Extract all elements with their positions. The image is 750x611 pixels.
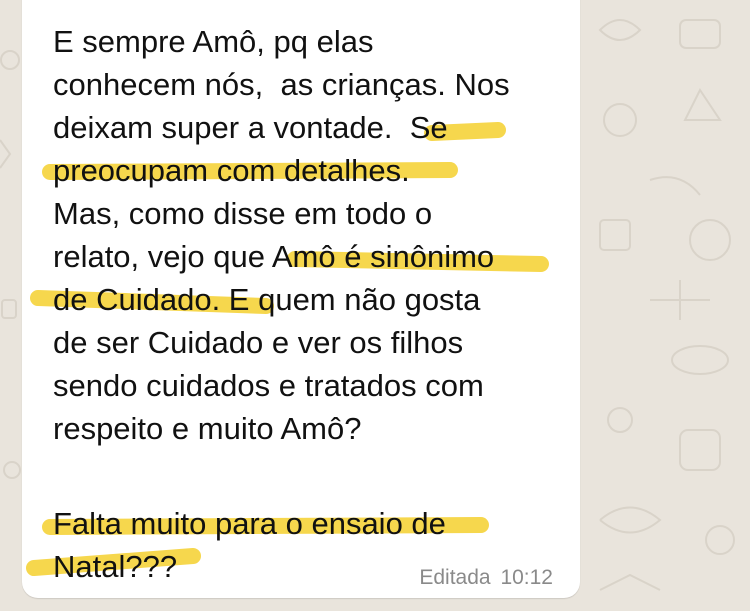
message-line-7: de Cuidado. E quem não gosta	[53, 282, 481, 317]
message-line-5: Mas, como disse em todo o	[53, 196, 433, 231]
message-line-8: de ser Cuidado e ver os filhos	[53, 325, 464, 360]
message-line-10: respeito e muito Amô?	[53, 411, 362, 446]
message-line-1: E sempre Amô, pq elas	[53, 24, 374, 59]
message-line-12: Falta muito para o ensaio de	[53, 506, 446, 541]
message-line-2: conhecem nós, as crianças. Nos	[53, 67, 510, 102]
message-line-6: relato, vejo que Amô é sinônimo	[53, 239, 495, 274]
edited-label: Editada	[419, 566, 491, 589]
message-line-9: sendo cuidados e tratados com	[53, 368, 484, 403]
message-line-3: deixam super a vontade. Se	[53, 110, 448, 145]
message-line-4: preocupam com detalhes.	[53, 153, 410, 188]
message-meta: Editada 10:12	[419, 566, 553, 590]
message-time: 10:12	[500, 566, 553, 589]
message-line-13: Natal???	[53, 549, 178, 584]
